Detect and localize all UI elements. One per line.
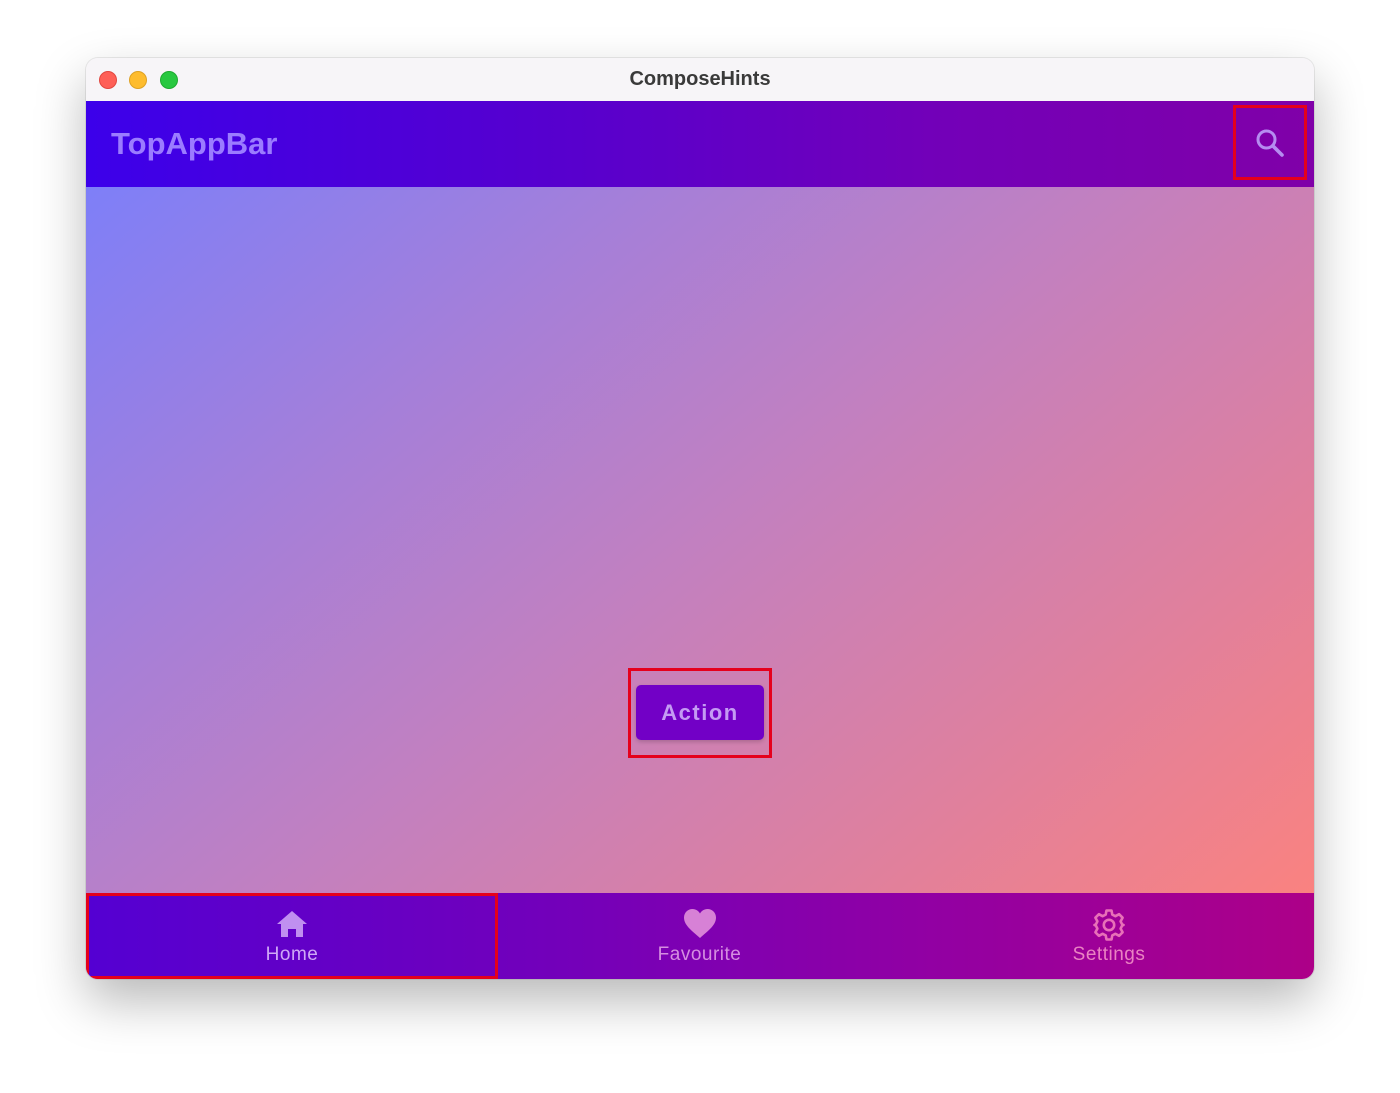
nav-label-home: Home bbox=[265, 944, 319, 965]
search-button[interactable] bbox=[1233, 105, 1307, 180]
heart-icon bbox=[683, 909, 716, 938]
gear-icon bbox=[1093, 909, 1125, 941]
app-window: ComposeHints TopAppBar Action Home Favou… bbox=[86, 58, 1314, 979]
nav-item-favourite[interactable]: Favourite bbox=[495, 893, 904, 979]
action-button[interactable]: Action bbox=[636, 685, 764, 740]
window-titlebar[interactable]: ComposeHints bbox=[86, 58, 1314, 101]
nav-item-settings[interactable]: Settings bbox=[904, 893, 1314, 979]
top-app-bar: TopAppBar bbox=[86, 101, 1314, 187]
home-icon bbox=[277, 911, 307, 937]
nav-label-settings: Settings bbox=[1072, 944, 1146, 965]
top-app-bar-title: TopAppBar bbox=[111, 126, 278, 161]
bottom-navigation: Home Favourite Settings bbox=[86, 893, 1314, 979]
nav-item-home[interactable]: Home bbox=[86, 893, 498, 979]
nav-label-favourite: Favourite bbox=[657, 944, 742, 965]
search-icon bbox=[1256, 129, 1284, 157]
window-title: ComposeHints bbox=[629, 68, 771, 90]
main-content: Action bbox=[86, 187, 1314, 893]
